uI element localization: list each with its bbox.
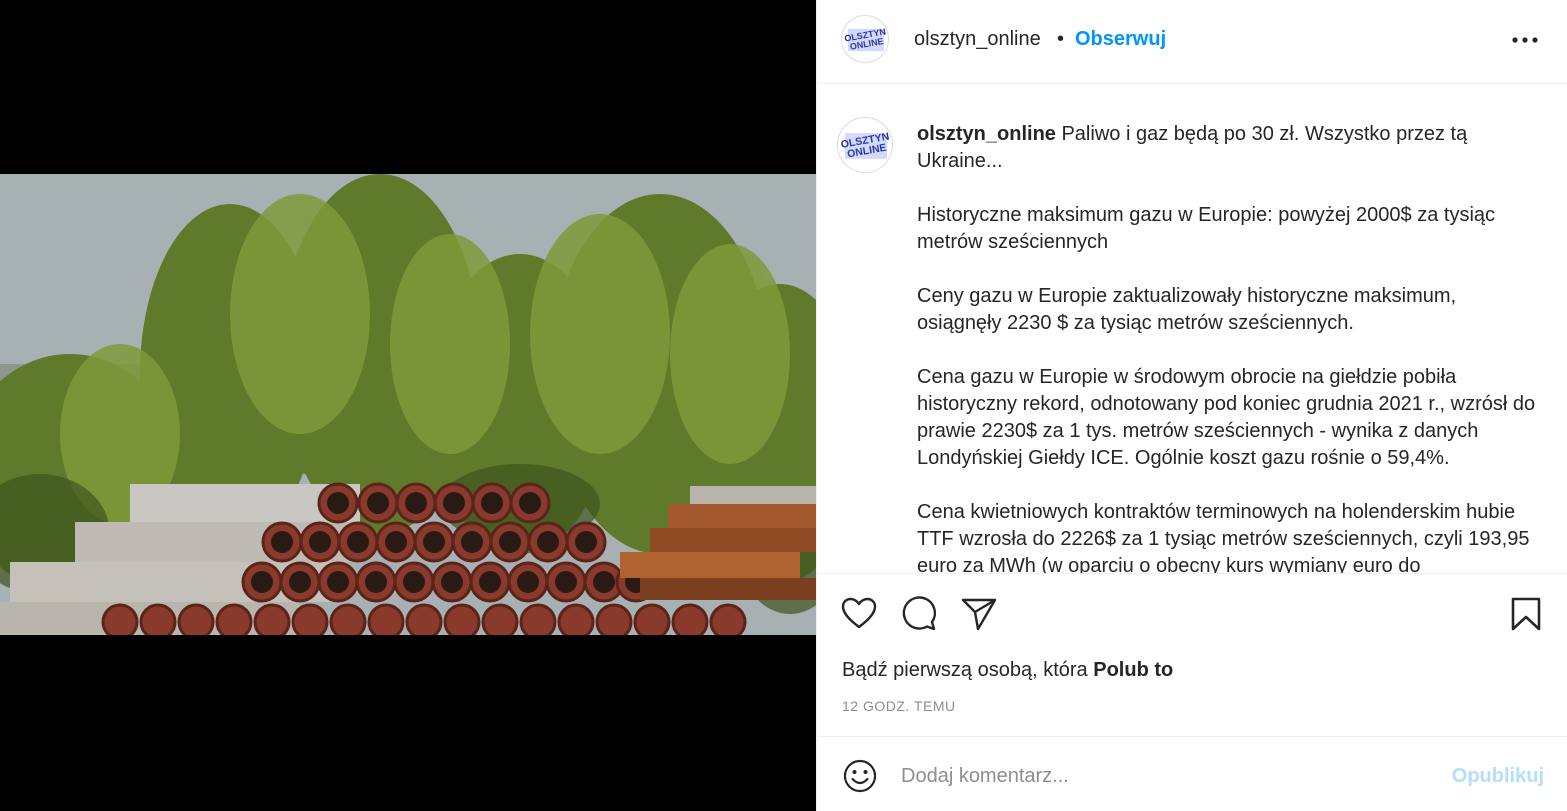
paper-plane-icon[interactable] (961, 596, 997, 632)
comment-input[interactable] (901, 761, 1421, 791)
post-photo-pipes-trees[interactable] (0, 174, 816, 635)
post-media (0, 0, 816, 811)
caption-username[interactable]: olsztyn_online (917, 123, 1056, 145)
caption-paragraph: Historyczne maksimum gazu w Europie: pow… (917, 204, 1496, 253)
heart-icon[interactable] (841, 596, 877, 632)
caption-paragraph: Cena gazu w Europie w środowym obrocie n… (917, 366, 1536, 469)
caption-text: olsztyn_online Paliwo i gaz będą po 30 z… (917, 121, 1542, 573)
like-link[interactable]: Polub to (1093, 659, 1173, 681)
bookmark-icon[interactable] (1508, 596, 1544, 632)
post-side-panel: OLSZTYN ONLINE olsztyn_online • Obserwuj… (816, 0, 1567, 811)
comment-bar: Opublikuj (817, 736, 1567, 811)
caption-author-avatar[interactable]: OLSZTYN ONLINE (837, 117, 893, 173)
caption-paragraph: Ceny gazu w Europie zaktualizowały histo… (917, 285, 1457, 334)
post-header: OLSZTYN ONLINE olsztyn_online • Obserwuj (817, 0, 1567, 84)
more-options-icon[interactable] (1511, 30, 1539, 50)
header-separator: • (1057, 28, 1065, 50)
caption-paragraph: olsztyn_online Paliwo i gaz będą po 30 z… (917, 121, 1542, 175)
emoji-icon[interactable] (843, 759, 877, 793)
comment-icon[interactable] (901, 596, 937, 632)
post-actions: Bądź pierwszą osobą, która Polub to 12 G… (817, 573, 1567, 739)
caption-area: OLSZTYN ONLINE olsztyn_online Paliwo i g… (817, 85, 1567, 573)
post-timestamp[interactable]: 12 GODZ. TEMU (842, 698, 956, 714)
likes-prefix: Bądź pierwszą osobą, która (842, 659, 1094, 681)
publish-button[interactable]: Opublikuj (1452, 765, 1544, 788)
author-username[interactable]: olsztyn_online (914, 28, 1041, 51)
author-avatar[interactable]: OLSZTYN ONLINE (841, 15, 889, 63)
likes-summary: Bądź pierwszą osobą, która Polub to (842, 659, 1173, 682)
caption-paragraph: Cena kwietniowych kontraktów terminowych… (917, 501, 1530, 573)
follow-button[interactable]: Obserwuj (1075, 28, 1166, 51)
